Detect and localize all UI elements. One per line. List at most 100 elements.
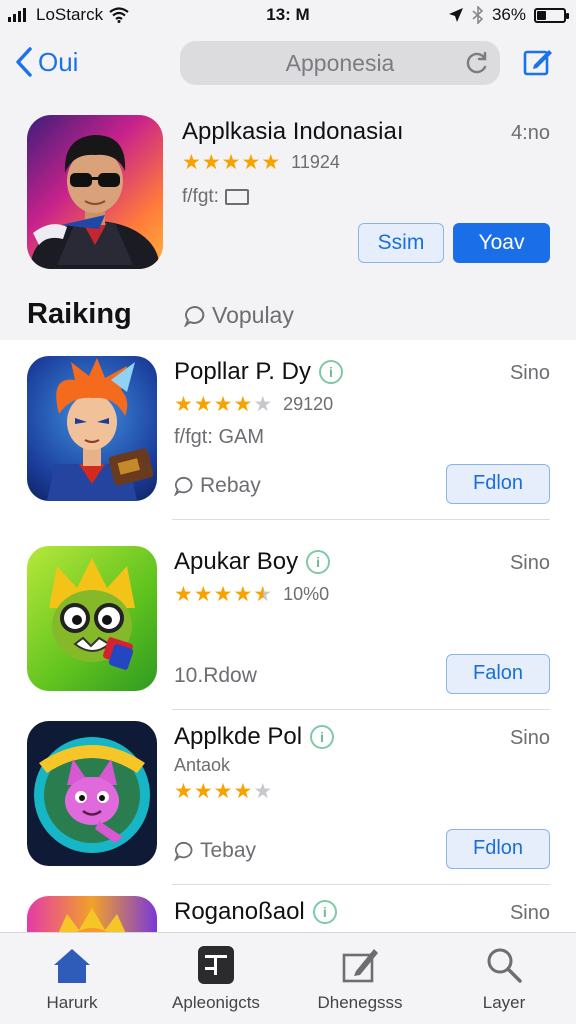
star-half-icon: ★	[253, 583, 273, 606]
app-footer: Rebay	[174, 474, 261, 498]
divider	[172, 519, 550, 520]
location-arrow-icon	[448, 8, 463, 22]
list-item[interactable]: Applkde Pol i Sino Antaok ★ ★ ★ ★ ★ Tebay Fdl…	[0, 705, 576, 885]
app-price: Sino	[509, 727, 550, 749]
star-icon: ★	[213, 780, 233, 803]
star-icon: ★	[193, 780, 213, 803]
popular-label: Vopulay	[212, 302, 294, 328]
search-value: Apponesia	[285, 50, 395, 76]
home-icon	[54, 949, 90, 983]
featured-rating: ★ ★ ★ ★ ★ 11924	[182, 150, 340, 175]
star-icon: ★	[233, 393, 253, 416]
featured-meta: f/fgt:	[182, 186, 249, 208]
app-rating: ★ ★ ★ ★ ★ 10%0	[174, 582, 329, 607]
age-rating-box-icon	[224, 189, 249, 205]
tab-home[interactable]: Harurk	[0, 941, 144, 1013]
app-subtitle: Antaok	[174, 755, 231, 775]
list-item[interactable]: Popllar P. Dy i Sino ★ ★ ★ ★ ★ 29120 f/fgt: G…	[0, 340, 576, 520]
app-title[interactable]: Popllar P. Dy i	[174, 358, 343, 386]
popular-filter[interactable]: Vopulay	[184, 302, 294, 329]
list-item[interactable]: Apukar Boy i Sino ★ ★ ★ ★ ★ 10%0 10.Rdow Falo…	[0, 530, 576, 710]
navigation-bar: Oui Apponesia	[0, 30, 576, 100]
app-rating: ★ ★ ★ ★ ★	[174, 779, 272, 804]
ranking-heading: Raiking	[27, 298, 132, 330]
info-icon[interactable]: i	[312, 900, 337, 924]
app-title-text: Roganoßaol	[174, 898, 305, 925]
app-title-text: Popllar P. Dy	[174, 358, 311, 385]
primary-get-button[interactable]: Yoav	[453, 223, 550, 263]
info-icon[interactable]: i	[306, 550, 331, 574]
tab-label: Layer	[482, 993, 526, 1012]
list-item[interactable]: Roganoßaol i Sino	[0, 880, 576, 932]
app-price: Sino	[509, 362, 550, 384]
monster-character-icon[interactable]	[27, 546, 157, 691]
status-bar: LoStarck 13: M 36%	[0, 0, 576, 30]
chat-bubble-icon	[174, 476, 193, 496]
get-button[interactable]: Fdlon	[446, 464, 550, 504]
app-footer-text: Tebay	[200, 839, 257, 862]
star-icon: ★	[241, 151, 261, 174]
bluetooth-icon	[472, 6, 484, 24]
app-title[interactable]: Apukar Boy i	[174, 548, 331, 576]
star-icon: ★	[213, 393, 233, 416]
rating-count: 10%0	[283, 584, 330, 604]
star-icon: ★	[233, 583, 253, 606]
status-right: 36%	[448, 5, 569, 25]
secondary-button[interactable]: Ssim	[358, 223, 444, 263]
rating-count: 11924	[291, 152, 340, 172]
tab-label: Harurk	[46, 993, 98, 1012]
info-icon[interactable]: i	[318, 360, 343, 384]
app-footer-text: Rebay	[200, 474, 261, 497]
star-icon: ★	[193, 393, 213, 416]
star-empty-icon: ★	[253, 780, 273, 803]
get-button[interactable]: Falon	[446, 654, 550, 694]
app-title-text: Apukar Boy	[174, 548, 299, 575]
sun-character-icon[interactable]	[27, 896, 157, 932]
tab-bar: Harurk Apleonigcts Dhenegsss Layer	[0, 932, 576, 1024]
star-icon: ★	[201, 151, 221, 174]
search-field[interactable]: Apponesia	[180, 41, 500, 85]
chat-bubble-icon	[174, 841, 193, 861]
star-icon: ★	[182, 151, 201, 174]
star-icon: ★	[174, 583, 193, 606]
star-icon: ★	[174, 393, 193, 416]
chat-bubble-icon	[184, 305, 205, 327]
back-label: Oui	[38, 46, 79, 77]
app-footer-text: 10.Rdow	[174, 664, 257, 687]
get-button[interactable]: Fdlon	[446, 829, 550, 869]
chevron-left-icon	[16, 47, 32, 77]
tab-label: Dhenegsss	[317, 993, 403, 1012]
apps-icon	[198, 946, 234, 984]
app-subtitle: f/fgt: GAM	[174, 426, 265, 448]
star-icon: ★	[174, 780, 193, 803]
refresh-icon[interactable]	[464, 50, 490, 76]
rating-count: 29120	[283, 394, 334, 414]
featured-meta-text: f/fgt:	[182, 186, 219, 207]
battery-percent: 36%	[491, 5, 526, 24]
tab-search[interactable]: Layer	[432, 941, 576, 1013]
app-title-text: Applkde Pol	[174, 723, 303, 750]
tab-updates[interactable]: Dhenegsss	[288, 941, 432, 1013]
hero-sunglasses-icon[interactable]	[27, 115, 163, 269]
star-icon: ★	[261, 151, 281, 174]
hero-character-icon[interactable]	[27, 356, 157, 501]
star-icon: ★	[221, 151, 241, 174]
tab-apps[interactable]: Apleonigcts	[144, 941, 288, 1013]
cat-badge-icon[interactable]	[27, 721, 157, 866]
star-icon: ★	[233, 780, 253, 803]
search-icon	[487, 948, 522, 983]
battery-icon	[534, 7, 569, 23]
featured-app-title[interactable]: Applkasia Indonasiaı	[182, 118, 403, 146]
app-price: Sino	[509, 902, 550, 924]
compose-icon[interactable]	[522, 46, 554, 78]
app-footer: Tebay	[174, 839, 256, 863]
battery-level	[537, 10, 546, 20]
info-icon[interactable]: i	[310, 725, 335, 749]
updates-icon	[342, 949, 378, 983]
featured-app[interactable]: Applkasia Indonasiaı 4:no ★ ★ ★ ★ ★ 11924 f/…	[0, 100, 576, 340]
star-icon: ★	[193, 583, 213, 606]
back-button[interactable]: Oui	[14, 46, 78, 78]
star-icon: ★	[213, 583, 233, 606]
app-title[interactable]: Applkde Pol i	[174, 723, 335, 751]
app-title[interactable]: Roganoßaol i	[174, 898, 337, 926]
